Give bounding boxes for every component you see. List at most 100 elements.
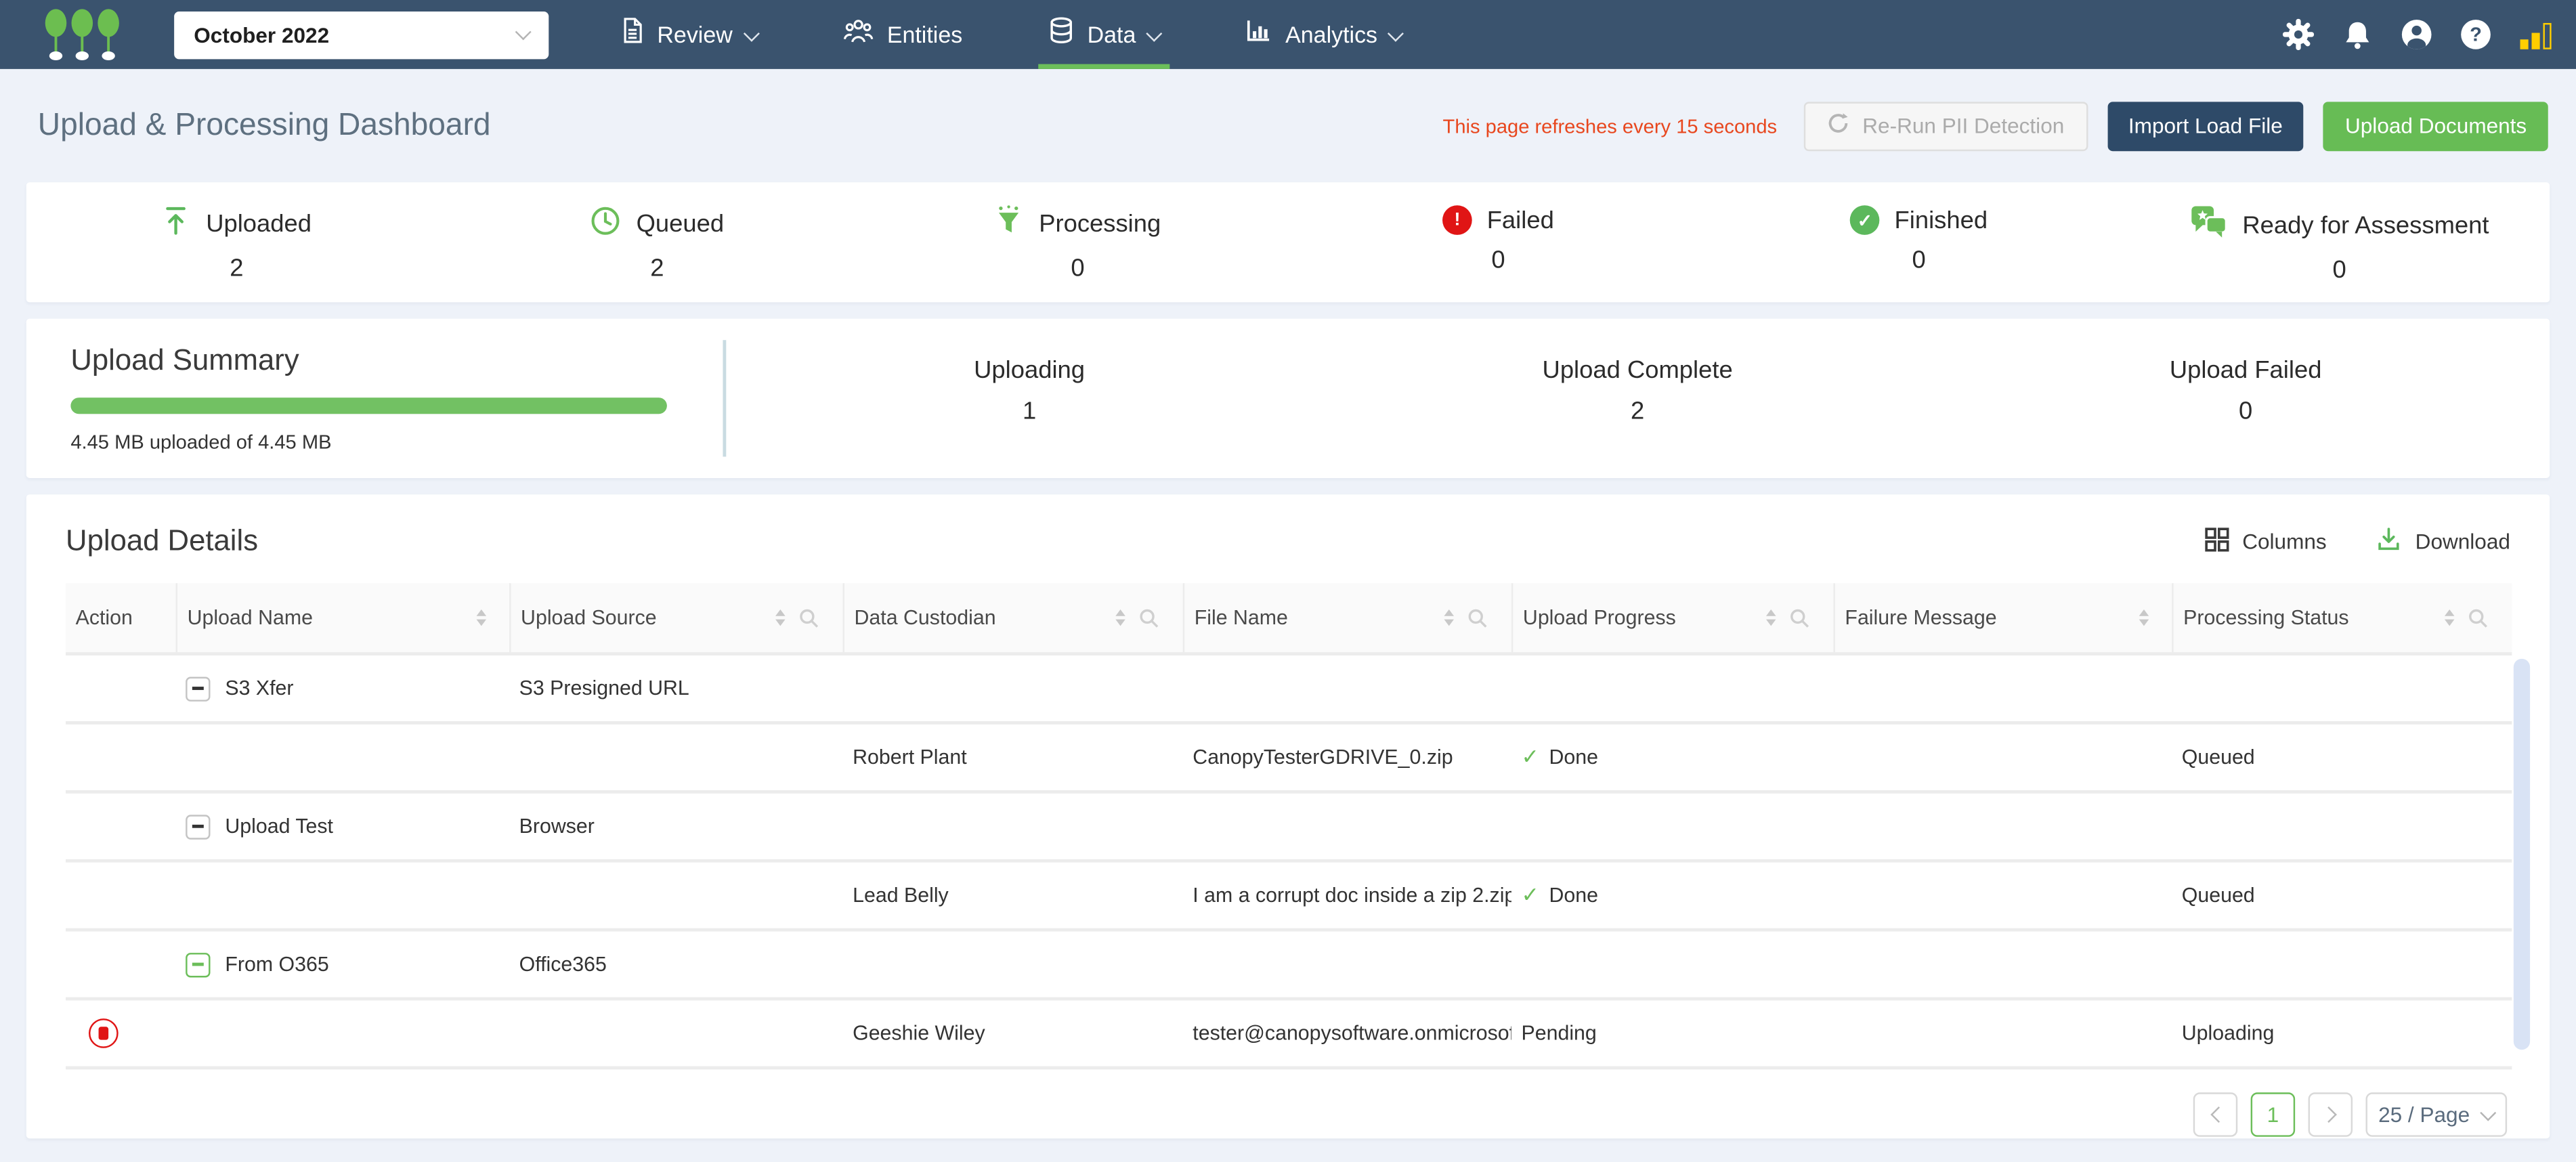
nav-label: Analytics [1285, 21, 1378, 48]
columns-button[interactable]: Columns [2204, 527, 2327, 557]
done-check-icon [1521, 882, 1539, 909]
canopy-logo-icon [43, 7, 125, 62]
settings-icon[interactable] [2280, 16, 2316, 52]
column-header-upload-progress: Upload Progress [1511, 583, 1834, 653]
sort-control[interactable] [1765, 609, 1776, 626]
upload-details-title: Upload Details [66, 523, 259, 557]
status-label: Queued [636, 210, 725, 238]
signal-icon[interactable] [2517, 16, 2553, 52]
page-size-selector[interactable]: 25 / Page [2365, 1092, 2508, 1137]
upload-details-table: Action Upload Name Upload Source Data Cu… [66, 583, 2512, 1070]
import-load-file-button[interactable]: Import Load File [2107, 101, 2304, 150]
status-label: Processing [1039, 210, 1161, 238]
table-header-row: Action Upload Name Upload Source Data Cu… [66, 583, 2512, 653]
status-value: 0 [1071, 255, 1085, 283]
collapse-row-button[interactable] [186, 814, 211, 839]
previous-page-button[interactable] [2193, 1092, 2238, 1137]
table-row-group-s3-xfer: S3 Xfer S3 Presigned URL [66, 652, 2512, 722]
database-icon [1048, 16, 1074, 53]
download-button[interactable]: Download [2376, 525, 2510, 557]
status-failed: ! Failed 0 [1288, 182, 1709, 302]
stat-upload-failed: Upload Failed 0 [2169, 356, 2322, 426]
status-queued: Queued 2 [447, 182, 867, 302]
search-icon[interactable] [1789, 607, 1811, 628]
error-icon: ! [1442, 205, 1472, 235]
upload-icon [162, 205, 192, 243]
sort-control[interactable] [775, 609, 786, 626]
status-ready-for-assessment: Ready for Assessment 0 [2129, 182, 2550, 302]
help-icon[interactable]: ? [2457, 16, 2493, 52]
upload-summary-caption: 4.45 MB uploaded of 4.45 MB [70, 430, 332, 454]
status-processing: Processing 0 [867, 182, 1288, 302]
refresh-icon [1826, 112, 1849, 139]
stat-uploading: Uploading 1 [974, 356, 1086, 426]
check-icon: ✓ [1850, 205, 1880, 235]
sort-control[interactable] [476, 609, 487, 626]
funnel-icon [995, 205, 1025, 243]
stop-upload-button[interactable] [89, 1018, 119, 1048]
chevron-down-icon [743, 24, 760, 41]
upload-documents-button[interactable]: Upload Documents [2323, 101, 2548, 150]
upload-summary-title: Upload Summary [70, 343, 299, 376]
status-value: 0 [1912, 246, 1926, 275]
upload-summary-card: Upload Summary 4.45 MB uploaded of 4.45 … [26, 318, 2550, 478]
nav-item-entities[interactable]: Entities [833, 0, 972, 69]
status-label: Uploaded [206, 210, 312, 238]
table-row-detail: Robert Plant CanopyTesterGDRIVE_0.zip Do… [66, 721, 2512, 790]
chevron-down-icon [2480, 1104, 2497, 1121]
page-number-button[interactable]: 1 [2250, 1092, 2296, 1137]
clock-icon [591, 205, 622, 243]
search-icon[interactable] [1138, 607, 1160, 628]
upload-details-card: Upload Details Columns Download Action U… [26, 494, 2550, 1139]
status-label: Failed [1486, 206, 1554, 234]
table-body: S3 Xfer S3 Presigned URL Robert Plant Ca… [66, 652, 2512, 1070]
search-icon[interactable] [798, 607, 820, 628]
column-header-file-name: File Name [1182, 583, 1511, 653]
done-check-icon [1521, 744, 1539, 771]
nav-item-analytics[interactable]: Analytics [1236, 0, 1412, 69]
rerun-pii-detection-button[interactable]: Re-Run PII Detection [1803, 101, 2088, 150]
status-label: Finished [1894, 206, 1988, 234]
period-selector-value: October 2022 [194, 22, 330, 47]
refresh-note: This page refreshes every 15 seconds [1442, 114, 1778, 137]
column-header-upload-source: Upload Source [509, 583, 842, 653]
table-scrollbar[interactable] [2513, 658, 2531, 1050]
nav-label: Entities [886, 21, 963, 48]
nav-item-review[interactable]: Review [611, 0, 767, 69]
stat-upload-complete: Upload Complete 2 [1542, 356, 1733, 426]
sort-control[interactable] [1115, 609, 1125, 626]
chevron-down-icon [1388, 24, 1404, 41]
sort-control[interactable] [2139, 609, 2149, 626]
account-icon[interactable] [2399, 16, 2434, 52]
pagination: 1 25 / Page [66, 1069, 2510, 1137]
status-value: 0 [1491, 246, 1505, 275]
status-value: 0 [2332, 256, 2346, 284]
sort-control[interactable] [2444, 609, 2455, 626]
status-label: Ready for Assessment [2242, 211, 2489, 239]
next-page-button[interactable] [2308, 1092, 2353, 1137]
upload-progress-bar [70, 397, 667, 414]
notifications-icon[interactable] [2340, 16, 2376, 52]
chevron-down-icon [515, 24, 532, 41]
upload-progress-track [70, 397, 667, 414]
period-selector[interactable]: October 2022 [174, 10, 549, 59]
assessment-icon [2190, 205, 2228, 244]
status-value: 2 [650, 255, 664, 283]
column-header-upload-name: Upload Name [175, 583, 509, 653]
table-row-detail: Geeshie Wiley tester@canopysoftware.onmi… [66, 997, 2512, 1067]
nav-label: Review [657, 21, 733, 48]
column-header-failure-message: Failure Message [1833, 583, 2172, 653]
upload-processing-dashboard: October 2022 Review Entities Data Analyt… [0, 0, 2576, 1161]
sort-control[interactable] [1444, 609, 1455, 626]
main-nav: Review Entities Data Analytics [611, 0, 1478, 69]
table-row-detail: Lead Belly I am a corrupt doc inside a z… [66, 859, 2512, 928]
collapse-row-button[interactable] [186, 676, 211, 701]
chevron-down-icon [1146, 24, 1163, 41]
collapse-row-button[interactable] [186, 951, 211, 977]
status-uploaded: Uploaded 2 [26, 182, 447, 302]
nav-item-data[interactable]: Data [1037, 0, 1170, 69]
search-icon[interactable] [2468, 607, 2489, 628]
column-header-action: Action [75, 606, 133, 630]
search-icon[interactable] [1467, 607, 1488, 628]
column-header-data-custodian: Data Custodian [842, 583, 1183, 653]
